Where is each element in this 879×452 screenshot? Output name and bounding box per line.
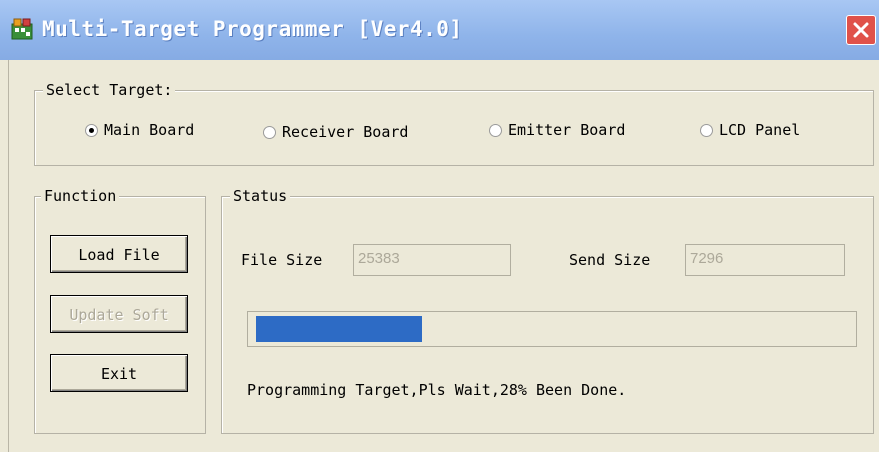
status-legend: Status bbox=[230, 187, 291, 205]
radio-label: Main Board bbox=[104, 121, 195, 139]
exit-button[interactable]: Exit bbox=[50, 354, 188, 392]
radio-label: Emitter Board bbox=[508, 121, 626, 139]
status-message: Programming Target,Pls Wait,28% Been Don… bbox=[247, 381, 627, 399]
radio-lcd-panel[interactable]: LCD Panel bbox=[700, 121, 800, 139]
select-target-group: Select Target: Main Board Receiver Board… bbox=[34, 81, 874, 166]
function-group: Function Load File Update Soft Exit bbox=[34, 187, 206, 434]
file-size-field: 25383 bbox=[353, 244, 511, 276]
radio-label: Receiver Board bbox=[282, 123, 409, 141]
radio-label: LCD Panel bbox=[719, 121, 801, 139]
radio-emitter-board[interactable]: Emitter Board bbox=[489, 121, 625, 139]
select-target-legend: Select Target: bbox=[43, 81, 176, 99]
app-icon bbox=[11, 18, 33, 40]
load-file-button[interactable]: Load File bbox=[50, 235, 188, 273]
radio-indicator bbox=[85, 123, 98, 137]
progress-bar bbox=[247, 311, 857, 347]
radio-main-board[interactable]: Main Board bbox=[85, 121, 194, 139]
radio-indicator bbox=[263, 125, 276, 139]
close-button[interactable] bbox=[846, 15, 876, 45]
radio-indicator bbox=[700, 123, 713, 137]
window-title: Multi-Target Programmer [Ver4.0] bbox=[42, 17, 463, 41]
close-icon bbox=[853, 22, 869, 38]
send-size-label: Send Size bbox=[569, 251, 651, 269]
file-size-label: File Size bbox=[241, 251, 323, 269]
update-soft-button[interactable]: Update Soft bbox=[50, 295, 188, 333]
radio-receiver-board[interactable]: Receiver Board bbox=[263, 123, 408, 141]
function-legend: Function bbox=[41, 187, 120, 205]
title-bar[interactable]: Multi-Target Programmer [Ver4.0] bbox=[0, 0, 879, 60]
window-client-area: Select Target: Main Board Receiver Board… bbox=[8, 60, 879, 452]
progress-fill bbox=[256, 316, 422, 342]
send-size-field: 7296 bbox=[685, 244, 845, 276]
radio-indicator bbox=[489, 123, 502, 137]
